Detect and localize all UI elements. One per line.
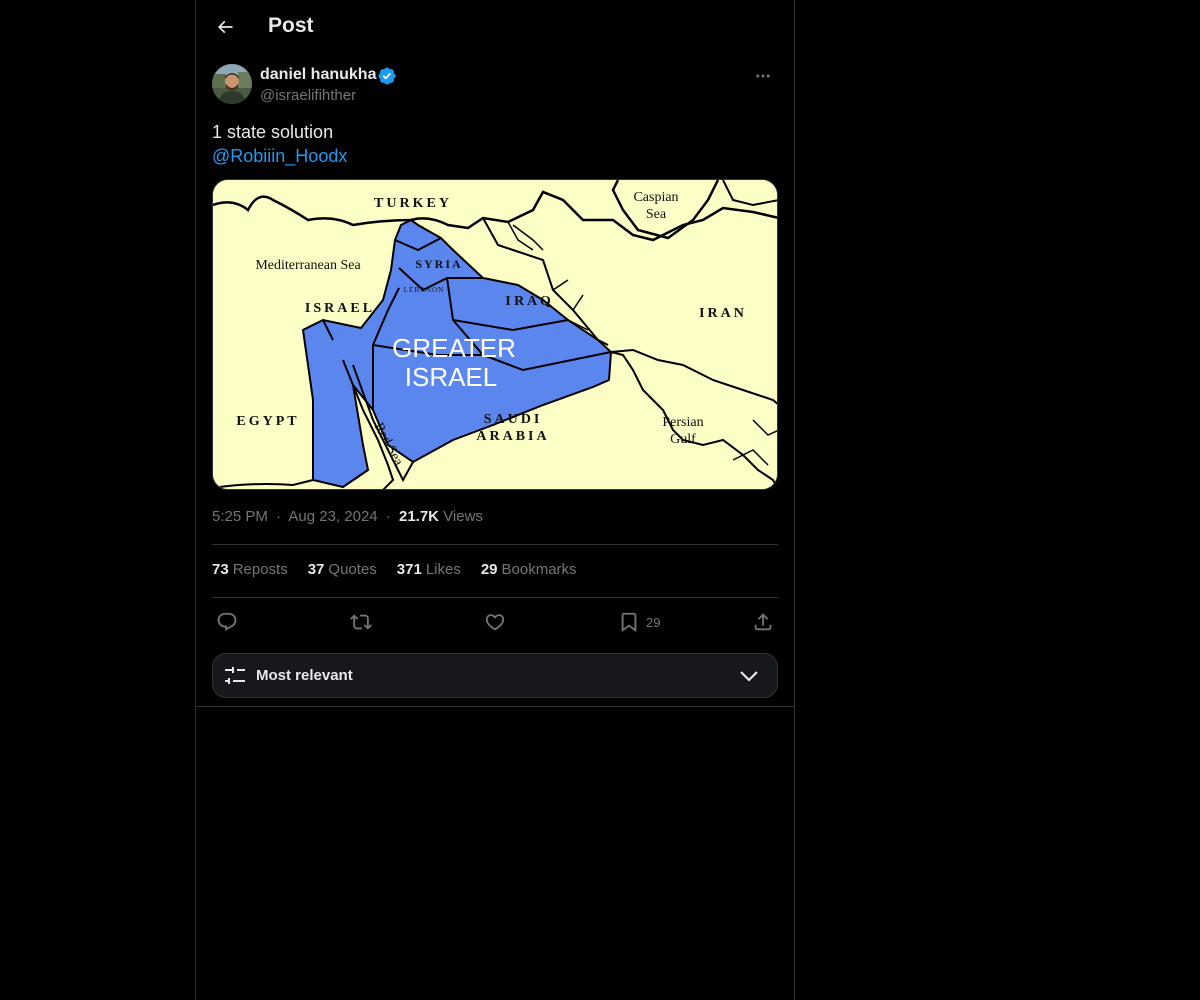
- sort-label: Most relevant: [256, 667, 353, 684]
- engagement-stats: 73 Reposts 37 Quotes 371 Likes 29 Bookmarks: [212, 561, 577, 578]
- map-label-greater-1: GREATER: [392, 333, 516, 363]
- sliders-icon: [225, 667, 245, 684]
- mention-link[interactable]: @Robiiin_Hoodx: [212, 144, 778, 168]
- section-divider: [196, 706, 794, 707]
- stat-reposts[interactable]: 73 Reposts: [212, 561, 288, 578]
- repost-icon: [350, 614, 372, 630]
- greater-israel-map: TURKEY Caspian Sea Mediterranean Sea SYR…: [213, 180, 777, 489]
- author-row: daniel hanukha @israelifihther: [212, 64, 778, 108]
- more-options-button[interactable]: [748, 64, 778, 88]
- reply-button[interactable]: [216, 606, 238, 638]
- post-column: Post daniel hanukha @israelifihther 1 st…: [195, 0, 795, 1000]
- map-label-persian-2: Gulf: [670, 432, 696, 447]
- heart-icon: [485, 614, 505, 631]
- arrow-left-icon: [217, 20, 233, 34]
- reply-icon: [217, 612, 237, 631]
- meta-separator: ·: [276, 508, 282, 525]
- stat-bookmarks[interactable]: 29 Bookmarks: [481, 561, 577, 578]
- user-handle[interactable]: @israelifihther: [260, 87, 356, 104]
- bookmark-count: 29: [646, 614, 661, 630]
- repost-button[interactable]: [350, 606, 372, 638]
- post-header: Post: [196, 0, 794, 54]
- meta-separator: ·: [385, 508, 391, 525]
- map-label-turkey: TURKEY: [374, 196, 452, 211]
- avatar[interactable]: [212, 64, 252, 104]
- reply-sort-dropdown[interactable]: Most relevant: [212, 653, 778, 698]
- more-horizontal-icon: [756, 74, 770, 78]
- tweet-meta: 5:25 PM · Aug 23, 2024 · 21.7K Views: [212, 508, 483, 525]
- tweet-time[interactable]: 5:25 PM: [212, 508, 268, 525]
- map-label-persian-1: Persian: [662, 415, 703, 430]
- map-label-caspian-1: Caspian: [633, 190, 678, 205]
- bookmark-button[interactable]: 29: [618, 606, 660, 638]
- map-label-mediterranean: Mediterranean Sea: [255, 258, 361, 273]
- stat-likes[interactable]: 371 Likes: [397, 561, 461, 578]
- divider: [212, 597, 778, 598]
- map-label-saudi-1: SAUDI: [484, 412, 543, 427]
- divider: [212, 544, 778, 545]
- page-title: Post: [268, 14, 314, 37]
- views-label: Views: [443, 508, 483, 525]
- tweet-date[interactable]: Aug 23, 2024: [288, 508, 377, 525]
- map-label-lebanon: LEBANON: [404, 286, 444, 294]
- chevron-down-icon: [740, 671, 758, 682]
- share-button[interactable]: [752, 606, 774, 638]
- tweet-text: 1 state solution @Robiiin_Hoodx: [212, 120, 778, 168]
- map-label-israel: ISRAEL: [305, 301, 375, 316]
- views-count: 21.7K: [398, 508, 440, 525]
- avatar-image: [212, 64, 252, 104]
- display-name[interactable]: daniel hanukha: [260, 66, 376, 84]
- stat-quotes[interactable]: 37 Quotes: [308, 561, 377, 578]
- like-button[interactable]: [484, 606, 506, 638]
- map-label-caspian-2: Sea: [646, 207, 667, 222]
- map-label-iran: IRAN: [699, 306, 747, 321]
- share-icon: [754, 613, 772, 631]
- tweet-image[interactable]: TURKEY Caspian Sea Mediterranean Sea SYR…: [212, 179, 778, 490]
- map-label-saudi-2: ARABIA: [476, 429, 549, 444]
- map-label-syria: SYRIA: [415, 257, 462, 271]
- map-label-iraq: I R A Q: [505, 294, 551, 309]
- map-label-egypt: EGYPT: [236, 414, 299, 429]
- tweet-body: 1 state solution: [212, 122, 334, 142]
- bookmark-icon: [621, 612, 637, 633]
- map-label-greater-2: ISRAEL: [405, 362, 498, 392]
- action-bar: 29: [212, 606, 778, 638]
- back-button[interactable]: [208, 10, 242, 44]
- verified-badge-icon: [378, 67, 396, 85]
